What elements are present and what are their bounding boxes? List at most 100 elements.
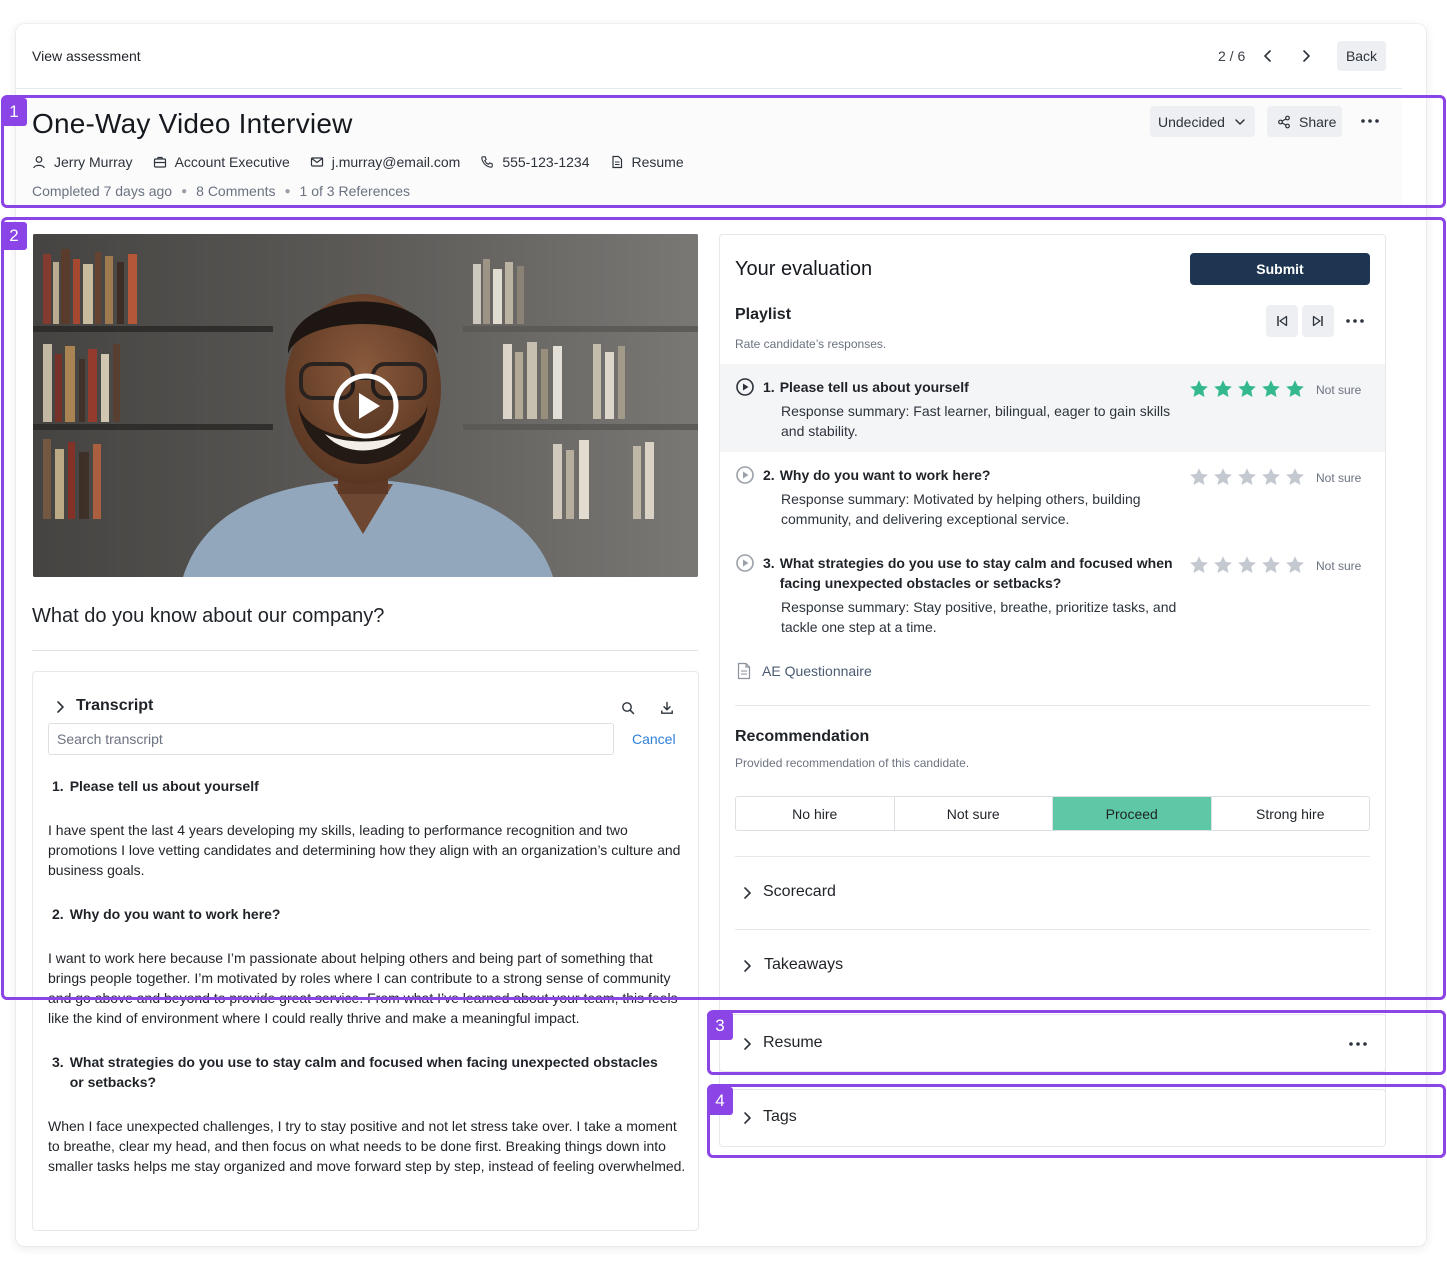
star-icon[interactable] <box>1285 467 1305 487</box>
resume-toggle[interactable] <box>737 1034 757 1054</box>
recommendation-option-no-hire[interactable]: No hire <box>736 797 895 830</box>
playlist-item-question[interactable]: 2. Why do you want to work here? <box>763 465 1183 485</box>
resume-more-button[interactable] <box>1344 1031 1372 1057</box>
transcript-title: Transcript <box>76 697 154 714</box>
playlist-item-number: 3. <box>763 555 775 571</box>
transcript-question-number: 1. <box>52 778 64 794</box>
playlist-item-question[interactable]: 3. What strategies do you use to stay cal… <box>763 553 1173 593</box>
transcript-answer: I want to work here because I’m passiona… <box>48 950 678 1026</box>
decision-label: Undecided <box>1158 113 1225 130</box>
recommendation-segmented-control: No hire Not sure Proceed Strong hire <box>735 796 1370 831</box>
recommendation-subtitle: Provided recommendation of this candidat… <box>735 756 970 770</box>
transcript-entry: 2. Why do you want to work here? <box>52 904 682 924</box>
candidate-email: j.murray@email.com <box>331 154 461 170</box>
star-icon[interactable] <box>1285 379 1305 399</box>
playlist-item-question[interactable]: 1. Please tell us about yourself <box>763 377 1183 397</box>
resume-link-label: Resume <box>631 154 684 170</box>
section-divider <box>735 856 1370 857</box>
takeaways-title[interactable]: Takeaways <box>764 956 843 974</box>
questionnaire-label: AE Questionnaire <box>762 663 872 679</box>
play-circle-icon <box>736 554 754 572</box>
recommendation-option-strong-hire[interactable]: Strong hire <box>1212 797 1370 830</box>
star-icon[interactable] <box>1189 555 1209 575</box>
star-icon[interactable] <box>1285 555 1305 575</box>
candidate-phone: 555-123-1234 <box>502 154 590 170</box>
star-icon[interactable] <box>1237 379 1257 399</box>
star-icon[interactable] <box>1213 467 1233 487</box>
resume-link[interactable]: Resume <box>610 154 684 170</box>
candidate-role: Account Executive <box>174 154 290 170</box>
candidate-email-item[interactable]: j.murray@email.com <box>310 154 461 170</box>
more-horizontal-icon <box>1346 319 1364 323</box>
transcript-toggle[interactable] <box>50 697 70 717</box>
submit-button[interactable]: Submit <box>1190 253 1370 285</box>
more-horizontal-icon <box>1349 1042 1367 1046</box>
video-question-title: What do you know about our company? <box>32 605 385 627</box>
scorecard-toggle[interactable] <box>737 883 757 903</box>
play-button[interactable] <box>332 372 400 440</box>
star-icon[interactable] <box>1189 467 1209 487</box>
section-divider <box>735 705 1370 706</box>
recommendation-option-proceed[interactable]: Proceed <box>1053 797 1212 830</box>
takeaways-toggle[interactable] <box>737 956 757 976</box>
star-icon[interactable] <box>1261 467 1281 487</box>
decision-dropdown[interactable]: Undecided <box>1150 106 1255 137</box>
chevron-down-icon <box>1235 118 1245 125</box>
play-circle-icon <box>333 373 399 439</box>
playlist-item-play-button[interactable] <box>735 465 755 485</box>
header-more-button[interactable] <box>1356 108 1384 134</box>
star-icon[interactable] <box>1213 379 1233 399</box>
candidate-role-item: Account Executive <box>153 154 290 170</box>
share-button[interactable]: Share <box>1267 106 1342 137</box>
not-sure-option[interactable]: Not sure <box>1316 471 1361 485</box>
playlist-previous-button[interactable] <box>1266 305 1298 337</box>
comments-link[interactable]: 8 Comments <box>196 183 275 199</box>
candidate-phone-item[interactable]: 555-123-1234 <box>480 154 590 170</box>
tags-title[interactable]: Tags <box>763 1108 797 1126</box>
star-icon[interactable] <box>1261 555 1281 575</box>
rating-stars <box>1189 379 1305 399</box>
mail-icon <box>310 157 323 167</box>
back-button[interactable]: Back <box>1337 41 1386 71</box>
star-icon[interactable] <box>1189 379 1209 399</box>
not-sure-option[interactable]: Not sure <box>1316 559 1361 573</box>
previous-button[interactable] <box>1257 44 1279 68</box>
resume-title[interactable]: Resume <box>763 1034 823 1052</box>
playlist-item-question-text: Why do you want to work here? <box>779 467 991 483</box>
playlist-item-play-button[interactable] <box>735 553 755 573</box>
transcript-question: 3. What strategies do you use to stay cal… <box>52 1052 672 1092</box>
playlist-more-button[interactable] <box>1342 308 1368 334</box>
rating-stars <box>1189 555 1305 575</box>
playlist-next-button[interactable] <box>1302 305 1334 337</box>
recommendation-option-not-sure[interactable]: Not sure <box>895 797 1053 830</box>
star-icon[interactable] <box>1261 379 1281 399</box>
star-icon[interactable] <box>1213 555 1233 575</box>
next-button[interactable] <box>1295 44 1317 68</box>
skip-next-icon <box>1312 315 1323 327</box>
playlist-item-play-button[interactable] <box>735 377 755 397</box>
transcript-download-button[interactable] <box>656 697 678 719</box>
play-circle-icon <box>736 378 754 396</box>
star-icon[interactable] <box>1237 467 1257 487</box>
references-link[interactable]: 1 of 3 References <box>300 183 411 199</box>
transcript-answer: I have spent the last 4 years developing… <box>48 822 681 878</box>
chevron-right-icon <box>744 887 751 899</box>
questionnaire-link[interactable]: AE Questionnaire <box>736 662 872 680</box>
transcript-search-input[interactable] <box>48 723 614 755</box>
separator-dot: ● <box>284 185 291 197</box>
evaluation-title: Your evaluation <box>735 258 873 280</box>
play-circle-icon <box>736 466 754 484</box>
page-title: One-Way Video Interview <box>32 108 353 139</box>
separator-dot: ● <box>181 185 188 197</box>
share-icon <box>1278 115 1290 128</box>
not-sure-option[interactable]: Not sure <box>1316 383 1361 397</box>
transcript-cancel-link[interactable]: Cancel <box>632 731 676 747</box>
chevron-right-icon <box>744 960 751 972</box>
tags-toggle[interactable] <box>737 1108 757 1128</box>
star-icon[interactable] <box>1237 555 1257 575</box>
chevron-right-icon <box>744 1112 751 1124</box>
playlist-item-summary: Response summary: Fast learner, bilingua… <box>781 403 1171 439</box>
scorecard-title[interactable]: Scorecard <box>763 883 836 901</box>
transcript-search-button[interactable] <box>617 697 639 719</box>
chevron-left-icon <box>1264 50 1271 62</box>
